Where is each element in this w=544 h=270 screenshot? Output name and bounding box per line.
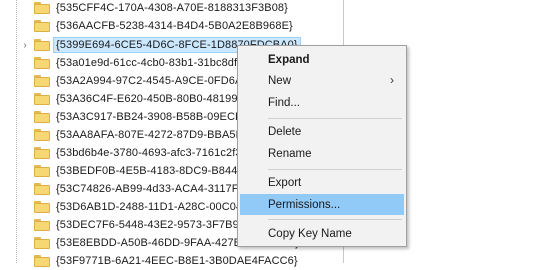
tree-row[interactable]: {535CFF4C-170A-4308-A70E-8188313F3B08} <box>0 0 343 17</box>
folder-icon <box>34 39 50 51</box>
folder-icon <box>34 201 50 213</box>
folder-icon <box>34 129 50 141</box>
menu-item-delete[interactable]: Delete <box>240 121 404 142</box>
tree-row-label: {536AACFB-5238-4314-B4D4-5B0A2E8B968E} <box>56 20 293 32</box>
folder-icon <box>34 255 50 267</box>
menu-item-new-label: New <box>268 74 292 87</box>
folder-icon <box>34 165 50 177</box>
menu-separator <box>268 219 402 220</box>
menu-item-expand[interactable]: Expand <box>240 49 404 70</box>
menu-separator <box>268 169 402 170</box>
menu-item-find[interactable]: Find... <box>240 92 404 113</box>
tree-row-label: {535CFF4C-170A-4308-A70E-8188313F3B08} <box>56 2 288 14</box>
tree-row[interactable]: {536AACFB-5238-4314-B4D4-5B0A2E8B968E} <box>0 17 343 35</box>
folder-icon <box>34 2 50 14</box>
folder-icon <box>34 147 50 159</box>
folder-icon <box>34 219 50 231</box>
folder-icon <box>34 111 50 123</box>
chevron-right-icon: › <box>390 73 394 87</box>
menu-item-new[interactable]: New › <box>240 70 404 91</box>
menu-item-rename[interactable]: Rename <box>240 143 404 164</box>
tree-row[interactable]: {53F9771B-6A21-4EEC-B8E1-3B0DAE4FACC6} <box>0 252 343 270</box>
folder-icon <box>34 93 50 105</box>
menu-item-permissions[interactable]: Permissions... <box>240 194 404 215</box>
menu-item-copy-key-name[interactable]: Copy Key Name <box>240 223 404 244</box>
folder-icon <box>34 20 50 32</box>
folder-icon <box>34 57 50 69</box>
menu-item-export[interactable]: Export <box>240 172 404 193</box>
folder-icon <box>34 237 50 249</box>
context-menu: Expand New › Find... Delete Rename Expor… <box>237 45 407 247</box>
folder-icon <box>34 183 50 195</box>
folder-icon <box>34 75 50 87</box>
tree-row-label: {53F9771B-6A21-4EEC-B8E1-3B0DAE4FACC6} <box>56 255 298 267</box>
chevron-right-icon[interactable]: › <box>19 40 31 51</box>
menu-separator <box>268 118 402 119</box>
